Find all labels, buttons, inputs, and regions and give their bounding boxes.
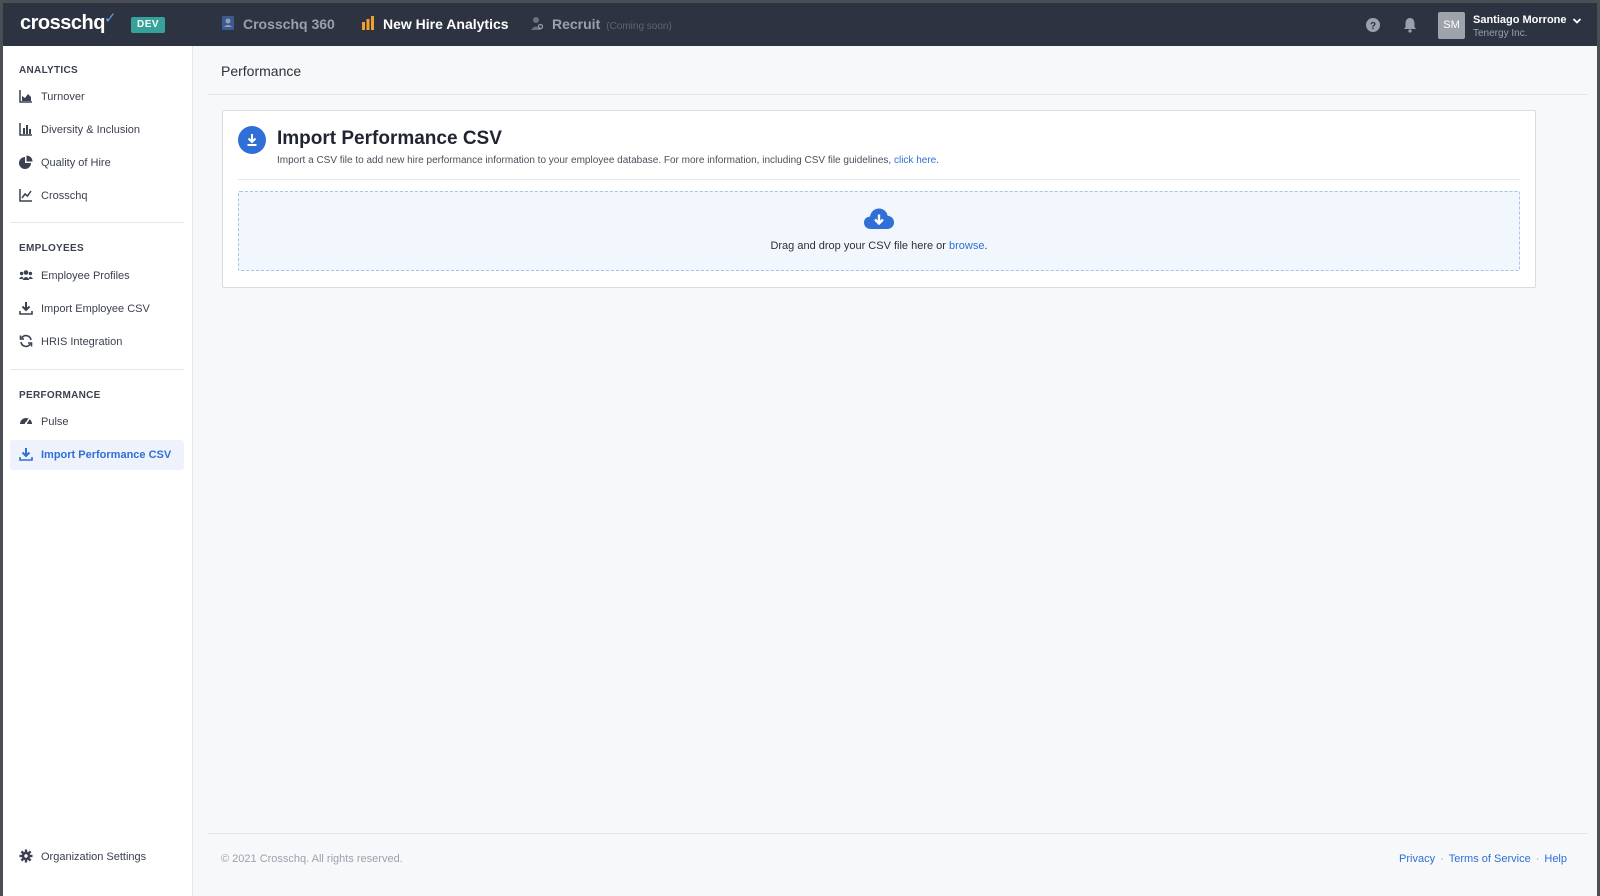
card-description: Import a CSV file to add new hire perfor… (277, 155, 939, 166)
sidebar-item-label: Employee Profiles (41, 270, 130, 282)
user-name[interactable]: Santiago Morrone (1473, 14, 1567, 26)
profile-icon (222, 16, 234, 31)
sidebar-item-label: Quality of Hire (41, 157, 111, 169)
title-divider (208, 94, 1588, 95)
gear-icon (19, 849, 33, 863)
sidebar-divider (10, 222, 184, 223)
sidebar-item-label: Diversity & Inclusion (41, 124, 141, 136)
terms-link[interactable]: Terms of Service (1449, 853, 1531, 865)
separator: · (1440, 853, 1444, 865)
cloud-download-icon (864, 208, 894, 229)
sidebar-item-quality-of-hire[interactable]: Quality of Hire (10, 148, 184, 178)
coming-soon-note: (Coming soon) (606, 21, 672, 32)
sidebar-item-label: Crosschq (41, 190, 88, 202)
browse-link[interactable]: browse (949, 240, 984, 252)
bar-chart-icon (362, 16, 374, 31)
top-bar: crosschq✓ DEV Crosschq 360 New Hire Anal… (3, 3, 1597, 46)
app-window: crosschq✓ DEV Crosschq 360 New Hire Anal… (3, 3, 1597, 896)
sidebar-item-diversity[interactable]: Diversity & Inclusion (10, 115, 184, 145)
sidebar-item-crosschq[interactable]: Crosschq (10, 181, 184, 211)
sidebar-item-label: HRIS Integration (41, 336, 123, 348)
help-link[interactable]: Help (1544, 853, 1567, 865)
check-icon: ✓ (103, 10, 117, 27)
csv-dropzone[interactable]: Drag and drop your CSV file here or brow… (238, 191, 1520, 271)
separator: · (1535, 853, 1540, 865)
download-icon (19, 448, 33, 461)
help-icon[interactable]: ? (1364, 16, 1382, 34)
sidebar-item-label: Turnover (41, 91, 85, 103)
sidebar: ANALYTICS Turnover Diversity & Inclusion… (3, 46, 193, 896)
drop-instruction: Drag and drop your CSV file here or (770, 240, 946, 252)
drop-end: . (984, 240, 988, 252)
import-card: Import Performance CSV Import a CSV file… (222, 110, 1536, 288)
guidelines-link[interactable]: click here (894, 155, 936, 166)
dropzone-text: Drag and drop your CSV file here or brow… (239, 240, 1519, 252)
sidebar-item-label: Organization Settings (41, 851, 147, 863)
bar-chart-icon (19, 123, 32, 136)
sidebar-item-label: Import Employee CSV (41, 303, 150, 315)
copyright: © 2021 Crosschq. All rights reserved. (221, 853, 403, 865)
page-title: Performance (221, 63, 302, 79)
section-title-employees: EMPLOYEES (19, 243, 84, 254)
sidebar-item-turnover[interactable]: Turnover (10, 82, 184, 112)
sidebar-item-employee-profiles[interactable]: Employee Profiles (10, 261, 184, 291)
footer-links: Privacy · Terms of Service · Help (1399, 853, 1567, 865)
sidebar-item-pulse[interactable]: Pulse (10, 407, 184, 437)
users-icon (19, 270, 33, 281)
sidebar-item-import-employee-csv[interactable]: Import Employee CSV (10, 294, 184, 324)
nav-label: New Hire Analytics (383, 16, 509, 32)
nav-new-hire-analytics[interactable]: New Hire Analytics (361, 3, 509, 46)
nav-label: Crosschq 360 (243, 16, 335, 32)
chevron-down-icon[interactable] (1572, 16, 1582, 26)
env-badge: DEV (131, 17, 166, 33)
person-search-icon (531, 17, 544, 31)
sync-icon (19, 334, 33, 348)
sidebar-item-label: Pulse (41, 416, 69, 428)
nav-label: Recruit (552, 16, 601, 32)
sidebar-divider (10, 369, 184, 370)
logo[interactable]: crosschq✓ (20, 10, 117, 35)
description-text: Import a CSV file to add new hire perfor… (277, 155, 892, 166)
sidebar-item-label: Import Performance CSV (41, 449, 172, 461)
sidebar-item-import-performance-csv[interactable]: Import Performance CSV (10, 440, 184, 470)
logo-text: crosschq (20, 12, 105, 34)
area-chart-icon (19, 90, 32, 103)
download-icon (19, 302, 33, 315)
avatar[interactable]: SM (1438, 12, 1465, 39)
section-title-analytics: ANALYTICS (19, 65, 79, 76)
nav-recruit: Recruit (Coming soon) (530, 3, 672, 46)
footer-divider (208, 833, 1588, 834)
card-divider (238, 179, 1520, 180)
download-circle-icon (238, 126, 266, 154)
privacy-link[interactable]: Privacy (1399, 853, 1435, 865)
pie-chart-icon (19, 155, 33, 170)
sidebar-item-organization-settings[interactable]: Organization Settings (10, 842, 184, 872)
svg-text:?: ? (1370, 21, 1376, 32)
nav-crosschq-360[interactable]: Crosschq 360 (221, 3, 335, 46)
gauge-icon (20, 418, 32, 425)
user-org: Tenergy Inc. (1473, 28, 1528, 39)
section-title-performance: PERFORMANCE (19, 390, 101, 401)
sidebar-item-hris-integration[interactable]: HRIS Integration (10, 327, 184, 357)
line-chart-icon (19, 189, 32, 202)
card-title: Import Performance CSV (277, 128, 502, 149)
bell-icon[interactable] (1401, 16, 1419, 34)
description-end: . (936, 155, 940, 166)
